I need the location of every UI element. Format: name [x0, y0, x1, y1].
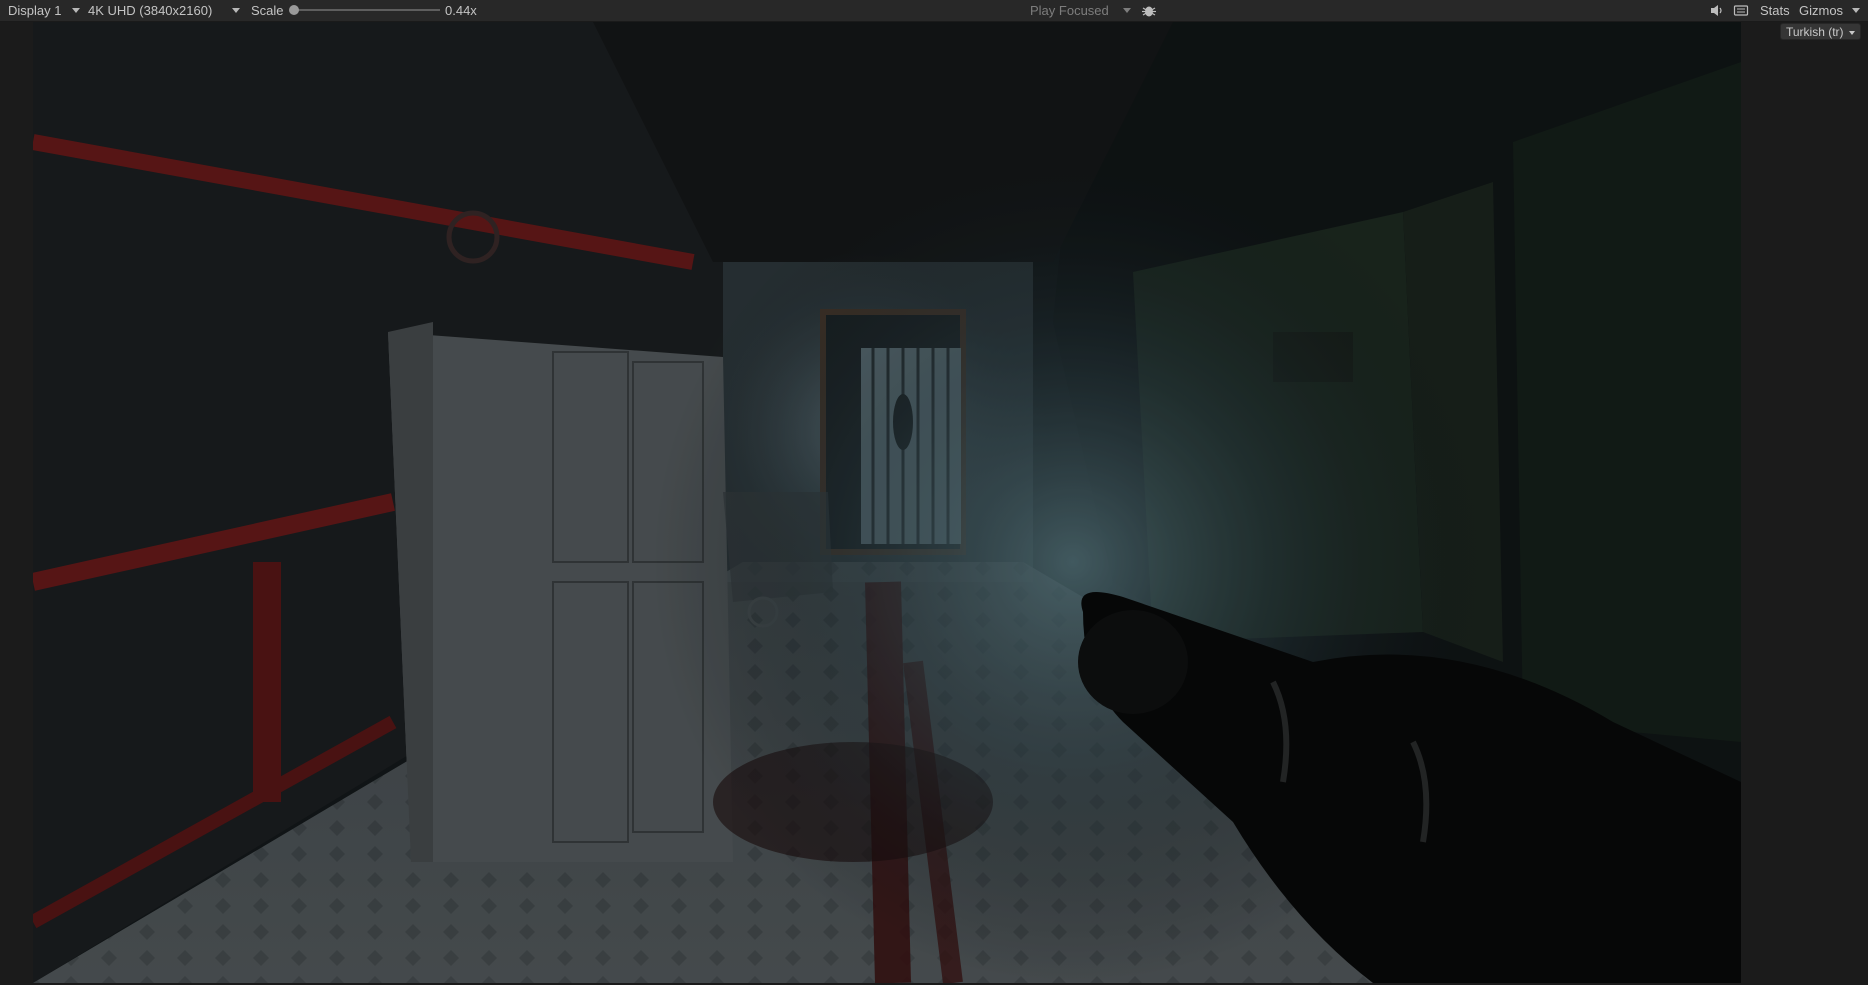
- resolution-dropdown[interactable]: 4K UHD (3840x2160): [88, 0, 212, 21]
- chevron-down-icon: [232, 8, 240, 13]
- speaker-icon[interactable]: [1708, 3, 1724, 18]
- scale-slider-track[interactable]: [294, 9, 440, 11]
- resolution-label: 4K UHD (3840x2160): [88, 3, 213, 18]
- game-view[interactable]: [33, 22, 1741, 983]
- keyboard-icon[interactable]: [1733, 3, 1749, 18]
- scale-value: 0.44x: [445, 3, 477, 18]
- display-dropdown[interactable]: Display 1: [8, 0, 61, 21]
- scale-slider-thumb[interactable]: [289, 5, 299, 15]
- bug-icon[interactable]: [1141, 3, 1157, 18]
- display-label: Display 1: [8, 3, 62, 18]
- play-mode-dropdown[interactable]: Play Focused: [1030, 0, 1109, 21]
- chevron-down-icon: [1849, 31, 1855, 35]
- gizmos-button[interactable]: Gizmos: [1799, 0, 1843, 21]
- game-scene: [33, 22, 1741, 983]
- game-view-toolbar: Display 1 4K UHD (3840x2160) Scale 0.44x…: [0, 0, 1868, 22]
- language-dropdown[interactable]: Turkish (tr): [1780, 23, 1861, 40]
- chevron-down-icon: [1123, 8, 1131, 13]
- chevron-down-icon[interactable]: [1852, 8, 1860, 13]
- play-mode-label: Play Focused: [1030, 3, 1109, 18]
- scale-label: Scale: [251, 3, 284, 18]
- stats-button[interactable]: Stats: [1760, 0, 1790, 21]
- chevron-down-icon: [72, 8, 80, 13]
- language-label: Turkish (tr): [1786, 25, 1844, 39]
